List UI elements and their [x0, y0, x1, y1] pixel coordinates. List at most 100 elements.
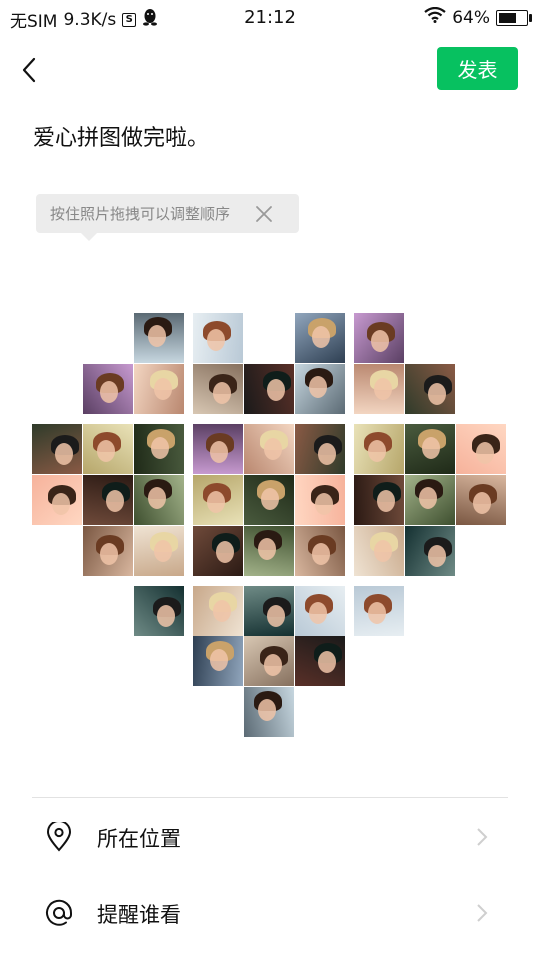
collage-photo[interactable] [295, 313, 345, 363]
photo-face [318, 651, 336, 673]
wifi-icon [424, 6, 446, 28]
photo-face [207, 491, 225, 513]
photo-face [312, 326, 330, 348]
collage-photo[interactable] [244, 364, 294, 414]
battery-icon [496, 9, 532, 26]
divider [32, 797, 508, 798]
collage-photo[interactable] [354, 364, 404, 414]
collage-photo[interactable] [295, 424, 345, 474]
collage-photo[interactable] [193, 364, 243, 414]
mention-label: 提醒谁看 [97, 903, 181, 927]
photo-face [100, 543, 118, 565]
collage-photo[interactable] [193, 475, 243, 525]
chevron-right-icon [477, 904, 488, 922]
photo-face [312, 543, 330, 565]
collage-photo[interactable] [354, 313, 404, 363]
collage-photo[interactable] [134, 586, 184, 636]
collage-photo[interactable] [354, 424, 404, 474]
collage-photo[interactable] [193, 313, 243, 363]
collage-photo[interactable] [405, 475, 455, 525]
photo-face [258, 538, 276, 560]
collage-photo[interactable] [134, 424, 184, 474]
collage-photo[interactable] [244, 687, 294, 737]
collage-photo[interactable] [295, 526, 345, 576]
photo-face [368, 602, 386, 624]
location-label: 所在位置 [97, 827, 181, 851]
photo-face [428, 545, 446, 567]
photo-face [151, 437, 169, 459]
collage-photo[interactable] [193, 636, 243, 686]
collage-photo[interactable] [134, 526, 184, 576]
collage-photo[interactable] [295, 475, 345, 525]
collage-photo[interactable] [193, 526, 243, 576]
collage-photo[interactable] [83, 526, 133, 576]
collage-photo[interactable] [405, 364, 455, 414]
photo-face [261, 488, 279, 510]
collage-photo[interactable] [83, 424, 133, 474]
close-icon[interactable] [255, 205, 273, 223]
photo-face [148, 487, 166, 509]
photo-face [213, 600, 231, 622]
post-text[interactable]: 爱心拼图做完啦。 [33, 120, 209, 152]
photo-face [377, 490, 395, 512]
collage-photo[interactable] [244, 636, 294, 686]
photo-face [422, 437, 440, 459]
photo-face [264, 654, 282, 676]
photo-face [264, 438, 282, 460]
collage-photo[interactable] [32, 424, 82, 474]
collage-photo[interactable] [134, 475, 184, 525]
collage-photo[interactable] [244, 475, 294, 525]
collage-photo[interactable] [134, 313, 184, 363]
photo-face [473, 492, 491, 514]
photo-face [309, 602, 327, 624]
collage-photo[interactable] [295, 364, 345, 414]
collage-photo[interactable] [244, 526, 294, 576]
status-bar: 无SIM 9.3K/s S 21:12 64% [0, 0, 540, 36]
back-button[interactable] [12, 50, 46, 90]
photo-face [419, 487, 437, 509]
photo-face [371, 330, 389, 352]
photo-face [154, 540, 172, 562]
battery-percent: 64% [452, 7, 490, 28]
collage-photo[interactable] [244, 424, 294, 474]
status-right: 64% [424, 6, 532, 28]
collage-photo[interactable] [354, 586, 404, 636]
at-icon [44, 898, 74, 928]
photo-face [315, 493, 333, 515]
collage-photo[interactable] [295, 586, 345, 636]
photo-face [476, 442, 494, 464]
collage-photo[interactable] [405, 526, 455, 576]
location-row[interactable]: 所在位置 [0, 802, 540, 872]
collage-photo[interactable] [456, 475, 506, 525]
collage-photo[interactable] [295, 636, 345, 686]
collage-photo[interactable] [134, 364, 184, 414]
heart-photo-collage [0, 0, 540, 760]
collage-photo[interactable] [193, 424, 243, 474]
photo-face [428, 383, 446, 405]
location-pin-icon [44, 822, 74, 852]
photo-face [97, 440, 115, 462]
collage-photo[interactable] [354, 526, 404, 576]
photo-face [100, 381, 118, 403]
photo-face [368, 440, 386, 462]
collage-photo[interactable] [244, 586, 294, 636]
collage-photo[interactable] [354, 475, 404, 525]
collage-photo[interactable] [405, 424, 455, 474]
collage-photo[interactable] [32, 475, 82, 525]
collage-photo[interactable] [83, 475, 133, 525]
chevron-right-icon [477, 828, 488, 846]
drag-hint-tooltip: 按住照片拖拽可以调整顺序 [36, 194, 299, 241]
collage-photo[interactable] [193, 586, 243, 636]
photo-face [374, 540, 392, 562]
photo-face [267, 379, 285, 401]
mention-row[interactable]: 提醒谁看 [0, 878, 540, 948]
photo-face [267, 605, 285, 627]
photo-face [210, 441, 228, 463]
collage-photo[interactable] [456, 424, 506, 474]
photo-face [258, 699, 276, 721]
collage-photo[interactable] [83, 364, 133, 414]
photo-face [318, 443, 336, 465]
publish-button[interactable]: 发表 [437, 47, 518, 90]
photo-face [213, 382, 231, 404]
photo-face [210, 649, 228, 671]
